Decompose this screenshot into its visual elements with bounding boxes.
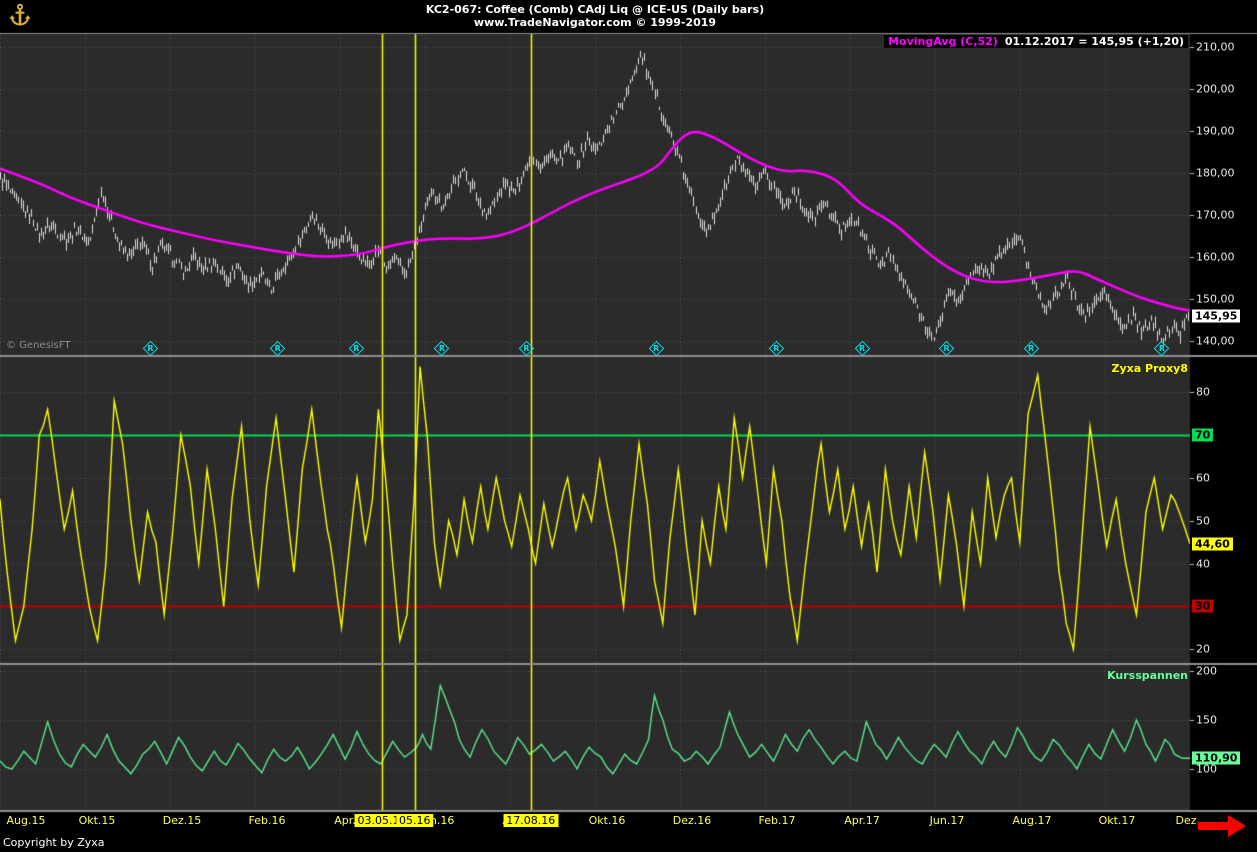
rollover-marker-icon: R xyxy=(272,343,283,354)
proxy-value-badge: 44,60 xyxy=(1192,537,1233,550)
trade-navigator-window: KC2-067: Coffee (Comb) CAdj Liq @ ICE-US… xyxy=(0,0,1257,852)
x-axis-date-label: Okt.16 xyxy=(589,814,626,827)
x-axis-date-label: Apr.17 xyxy=(844,814,880,827)
x-axis-date-label: Aug.17 xyxy=(1013,814,1052,827)
y-axis-tick-label: 20 xyxy=(1196,643,1210,656)
rollover-letter: R xyxy=(351,343,362,354)
y-axis-tick-label: 50 xyxy=(1196,514,1210,527)
proxy-lower-band-badge: 30 xyxy=(1192,600,1213,613)
rollover-letter: R xyxy=(436,343,447,354)
rollover-marker-icon: R xyxy=(941,343,952,354)
y-axis-tick-label: 160,00 xyxy=(1196,251,1235,264)
rollover-letter: R xyxy=(1026,343,1037,354)
x-axis-date-label: Dez.15 xyxy=(163,814,202,827)
rollover-letter: R xyxy=(857,343,868,354)
rollover-marker-icon: R xyxy=(857,343,868,354)
x-axis-date-label: Aug.15 xyxy=(7,814,46,827)
x-axis-date-label: Okt.17 xyxy=(1099,814,1136,827)
y-axis-tick-label: 60 xyxy=(1196,471,1210,484)
rollover-marker-icon: R xyxy=(436,343,447,354)
anchor-logo-icon xyxy=(6,2,36,32)
axis-label-layer: 210,00 200,00 190,00 180,00 170,00 160,00 150,… xyxy=(0,0,1257,852)
range-value-badge: 110,90 xyxy=(1192,752,1240,765)
y-axis-tick-label: 180,00 xyxy=(1196,166,1235,179)
y-axis-tick-label: 40 xyxy=(1196,557,1210,570)
x-axis-date-label: Feb.17 xyxy=(759,814,796,827)
x-axis-date-label: Jun.17 xyxy=(930,814,965,827)
arrow-head-icon xyxy=(1228,815,1246,837)
proxy-upper-band-badge: 70 xyxy=(1192,429,1213,442)
copyright-footer: Copyright by Zyxa xyxy=(3,836,105,849)
x-axis-date-label: Okt.15 xyxy=(79,814,116,827)
rollover-marker-icon: R xyxy=(771,343,782,354)
rollover-letter: R xyxy=(1156,343,1167,354)
rollover-letter: R xyxy=(651,343,662,354)
highlighted-date-label: 05.16 xyxy=(396,814,434,827)
y-axis-tick-label: 150,00 xyxy=(1196,293,1235,306)
y-axis-tick-label: 190,00 xyxy=(1196,124,1235,137)
rollover-letter: R xyxy=(145,343,156,354)
rollover-letter: R xyxy=(771,343,782,354)
arrow-body xyxy=(1198,822,1228,830)
scroll-forward-arrow[interactable] xyxy=(1198,815,1250,837)
highlighted-date-label: 17.08.16 xyxy=(503,814,558,827)
rollover-marker-icon: R xyxy=(351,343,362,354)
last-price-badge: 145,95 xyxy=(1192,310,1240,323)
y-axis-tick-label: 200,00 xyxy=(1196,82,1235,95)
x-axis-date-label: Dez xyxy=(1175,814,1196,827)
rollover-letter: R xyxy=(272,343,283,354)
rollover-letter: R xyxy=(941,343,952,354)
rollover-marker-icon: R xyxy=(1026,343,1037,354)
rollover-letter: R xyxy=(521,343,532,354)
rollover-marker-icon: R xyxy=(1156,343,1167,354)
rollover-marker-icon: R xyxy=(521,343,532,354)
rollover-marker-icon: R xyxy=(145,343,156,354)
y-axis-tick-label: 210,00 xyxy=(1196,40,1235,53)
y-axis-tick-label: 170,00 xyxy=(1196,209,1235,222)
y-axis-tick-label: 80 xyxy=(1196,386,1210,399)
y-axis-tick-label: 150 xyxy=(1196,713,1217,726)
x-axis-date-label: Feb.16 xyxy=(249,814,286,827)
x-axis-date-label: Dez.16 xyxy=(673,814,712,827)
rollover-marker-icon: R xyxy=(651,343,662,354)
y-axis-tick-label: 200 xyxy=(1196,664,1217,677)
y-axis-tick-label: 140,00 xyxy=(1196,335,1235,348)
anchor-icon xyxy=(6,2,34,30)
